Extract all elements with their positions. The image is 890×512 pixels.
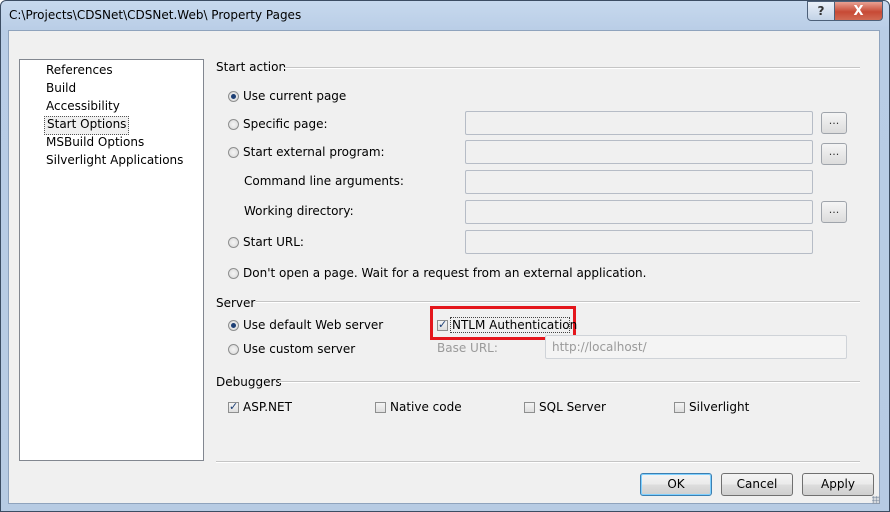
sidebar-item-start-options[interactable]: Start Options [44, 116, 130, 135]
command-line-arguments-label: Command line arguments: [244, 174, 404, 188]
aspnet-label[interactable]: ASP.NET [243, 400, 292, 414]
sql-server-checkbox[interactable] [524, 402, 535, 413]
silverlight-checkbox[interactable] [674, 402, 685, 413]
specific-page-label[interactable]: Specific page: [243, 117, 328, 131]
specific-page-input[interactable] [465, 111, 813, 135]
base-url-label: Base URL: [437, 341, 498, 355]
debuggers-separator [279, 381, 860, 383]
sidebar-item-msbuild-options[interactable]: MSBuild Options [44, 134, 146, 151]
specific-page-browse-button[interactable]: ... [821, 112, 847, 134]
server-separator [256, 301, 860, 303]
sidebar-item-silverlight-applications[interactable]: Silverlight Applications [44, 152, 185, 169]
working-directory-label: Working directory: [244, 204, 354, 218]
base-url-input[interactable]: http://localhost/ [545, 335, 847, 359]
sidebar-list: References Build Accessibility Start Opt… [19, 59, 204, 461]
use-default-web-server-radio[interactable] [228, 320, 239, 331]
resize-grip-icon[interactable] [872, 496, 880, 504]
sql-server-label[interactable]: SQL Server [539, 400, 606, 414]
cancel-button[interactable]: Cancel [721, 473, 793, 496]
start-url-label[interactable]: Start URL: [243, 235, 304, 249]
close-icon: X [853, 3, 864, 19]
window-title: C:\Projects\CDSNet\CDSNet.Web\ Property … [9, 8, 302, 22]
use-default-web-server-label[interactable]: Use default Web server [243, 318, 383, 332]
sidebar-item-build[interactable]: Build [44, 80, 78, 97]
sidebar-item-references[interactable]: References [44, 62, 115, 79]
working-directory-browse-button[interactable]: ... [821, 201, 847, 223]
ntlm-authentication-checkbox[interactable] [437, 318, 448, 331]
ok-button[interactable]: OK [640, 473, 712, 496]
working-directory-input[interactable] [465, 200, 813, 224]
specific-page-radio[interactable] [228, 119, 239, 130]
start-url-input[interactable] [465, 230, 813, 254]
server-group-label: Server [216, 296, 256, 310]
command-line-arguments-input[interactable] [465, 170, 813, 194]
external-program-browse-button[interactable]: ... [821, 143, 847, 165]
aspnet-checkbox[interactable] [228, 400, 239, 413]
dont-open-page-radio[interactable] [228, 268, 239, 279]
ntlm-authentication-label[interactable]: NTLM Authentication [452, 318, 577, 332]
external-program-input[interactable] [465, 140, 813, 164]
start-action-separator [284, 67, 860, 69]
footer-separator [216, 461, 860, 463]
use-custom-server-radio[interactable] [228, 344, 239, 355]
dont-open-page-label[interactable]: Don't open a page. Wait for a request fr… [243, 266, 646, 280]
native-code-checkbox[interactable] [375, 402, 386, 413]
debuggers-group-label: Debuggers [216, 375, 282, 389]
native-code-label[interactable]: Native code [390, 400, 462, 414]
use-current-page-radio[interactable] [228, 91, 239, 102]
start-external-program-radio[interactable] [228, 147, 239, 158]
help-icon: ? [817, 4, 825, 18]
use-current-page-label[interactable]: Use current page [243, 89, 346, 103]
caption-buttons: ? X [807, 1, 883, 21]
use-custom-server-label[interactable]: Use custom server [243, 342, 355, 356]
silverlight-label[interactable]: Silverlight [689, 400, 749, 414]
start-action-group-label: Start action [216, 60, 287, 74]
start-external-program-label[interactable]: Start external program: [243, 145, 385, 159]
close-button[interactable]: X [835, 1, 883, 21]
sidebar-item-accessibility[interactable]: Accessibility [44, 98, 122, 115]
help-button[interactable]: ? [807, 1, 835, 21]
apply-button[interactable]: Apply [802, 473, 874, 496]
start-url-radio[interactable] [228, 237, 239, 248]
